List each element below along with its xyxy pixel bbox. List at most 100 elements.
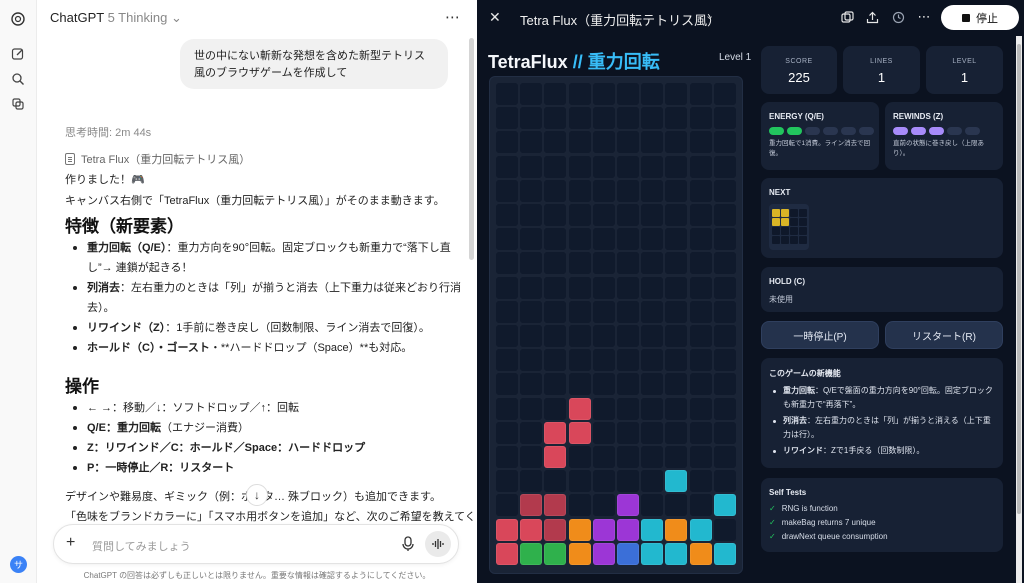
game-board[interactable] xyxy=(489,76,743,574)
library-icon[interactable] xyxy=(8,94,28,114)
copy-icon[interactable] xyxy=(839,9,855,25)
search-icon[interactable] xyxy=(8,69,28,89)
board-cell xyxy=(592,276,615,299)
board-cell xyxy=(496,204,518,226)
board-cell xyxy=(592,204,615,226)
board-cell xyxy=(689,325,712,347)
board-cell xyxy=(689,373,712,396)
locked-block xyxy=(496,518,518,541)
list-item: P：一時停止／R：リスタート xyxy=(65,458,470,478)
board-cell xyxy=(713,155,736,178)
board-cell xyxy=(665,349,688,372)
user-message: 世の中にない斬新な発想を含めた新型テトリス風のブラウザゲームを作成して xyxy=(180,39,448,89)
chatgpt-logo-icon[interactable] xyxy=(8,9,28,29)
microphone-icon[interactable] xyxy=(401,535,415,553)
board-cell xyxy=(544,107,567,130)
game-title-sep: // xyxy=(567,52,588,72)
board-cell xyxy=(520,300,543,323)
new-chat-icon[interactable] xyxy=(8,44,28,64)
voice-mode-icon[interactable] xyxy=(425,531,451,557)
controls-heading: 操作 xyxy=(65,377,99,396)
stop-button[interactable]: 停止 xyxy=(941,5,1019,30)
board-cell xyxy=(496,228,518,251)
board-cell xyxy=(544,325,567,347)
board-cell xyxy=(641,83,664,105)
board-cell xyxy=(641,470,664,493)
app-title: ChatGPT xyxy=(50,10,104,25)
avatar[interactable]: サ xyxy=(10,556,27,573)
board-cell xyxy=(568,494,591,517)
history-icon[interactable] xyxy=(890,9,906,25)
board-cell xyxy=(617,252,639,275)
thinking-time[interactable]: 思考時間: 2m 44s xyxy=(65,124,151,140)
board-cell xyxy=(665,276,688,299)
chevron-down-icon[interactable]: ⌄ xyxy=(705,9,714,22)
board-cell xyxy=(713,131,736,154)
check-icon: ✓ xyxy=(769,532,776,541)
board-cell xyxy=(520,155,543,178)
board-cell xyxy=(665,325,688,347)
next-cell xyxy=(799,218,807,226)
canvas-doc-link[interactable]: Tetra Flux（重力回転テトリス風） xyxy=(65,151,250,167)
meter-pip xyxy=(911,127,926,135)
scroll-down-button[interactable]: ↓ xyxy=(246,484,268,506)
board-cell xyxy=(496,83,518,105)
board-cell xyxy=(713,276,736,299)
board-cell xyxy=(592,83,615,105)
list-item: ← →：移動／↓：ソフトドロップ／↑：回転 xyxy=(65,398,470,418)
board-cell xyxy=(617,228,639,251)
board-cell xyxy=(496,373,518,396)
meter-pip xyxy=(769,127,784,135)
locked-block xyxy=(713,494,736,517)
composer[interactable]: + 質問してみましょう xyxy=(53,524,459,564)
model-selector[interactable]: ChatGPT 5 Thinking ⌄ xyxy=(50,10,182,26)
locked-block xyxy=(520,494,543,517)
pause-button[interactable]: 一時停止(P) xyxy=(761,321,879,349)
new-features-title: このゲームの新機能 xyxy=(769,369,841,378)
board-cell xyxy=(713,446,736,468)
board-cell xyxy=(568,276,591,299)
hold-card: HOLD (C) 未使用 xyxy=(761,267,1003,312)
board-cell xyxy=(520,276,543,299)
board-cell xyxy=(641,373,664,396)
restart-button[interactable]: リスタート(R) xyxy=(885,321,1003,349)
board-cell xyxy=(689,252,712,275)
share-icon[interactable] xyxy=(864,9,880,25)
next-cell xyxy=(790,218,798,226)
scrollbar-thumb[interactable] xyxy=(1017,44,1021,514)
list-item: Q/E：重力回転（エナジー消費） xyxy=(65,418,470,438)
more-options-button[interactable]: ⋯ xyxy=(445,8,461,26)
board-cell xyxy=(617,325,639,347)
hold-value: 未使用 xyxy=(769,295,793,304)
board-cell xyxy=(544,300,567,323)
meter-pip xyxy=(947,127,962,135)
level-label: Level 1 xyxy=(719,52,752,63)
locked-block xyxy=(665,518,688,541)
board-cell xyxy=(713,228,736,251)
board-cell xyxy=(713,518,736,541)
board-cell xyxy=(520,446,543,468)
board-cell xyxy=(520,252,543,275)
board-cell xyxy=(641,155,664,178)
self-tests-list: ✓ RNG is function ✓ makeBag returns 7 uniq… xyxy=(769,502,888,544)
doc-ref-label: Tetra Flux（重力回転テトリス風） xyxy=(81,154,251,166)
board-cell xyxy=(641,252,664,275)
board-cell xyxy=(713,349,736,372)
chat-scrollbar[interactable] xyxy=(469,38,474,260)
plus-icon[interactable]: + xyxy=(66,534,75,552)
board-cell xyxy=(641,107,664,130)
locked-block xyxy=(665,470,688,493)
next-cell xyxy=(772,236,780,244)
close-icon[interactable]: ✕ xyxy=(489,9,501,26)
meter-pip xyxy=(965,127,980,135)
board-cell xyxy=(641,325,664,347)
board-cell xyxy=(520,349,543,372)
hold-label: HOLD (C) xyxy=(769,277,805,286)
board-cell xyxy=(520,131,543,154)
more-icon[interactable]: ⋯ xyxy=(916,9,932,25)
chat-panel: ChatGPT 5 Thinking ⌄ ⋯ 世の中にない斬新な発想を含めた新型… xyxy=(37,0,477,583)
list-item: ✓ makeBag returns 7 unique xyxy=(769,516,888,530)
board-cell xyxy=(665,300,688,323)
message-input[interactable]: 質問してみましょう xyxy=(92,538,191,554)
canvas-scrollbar[interactable] xyxy=(1016,36,1022,583)
